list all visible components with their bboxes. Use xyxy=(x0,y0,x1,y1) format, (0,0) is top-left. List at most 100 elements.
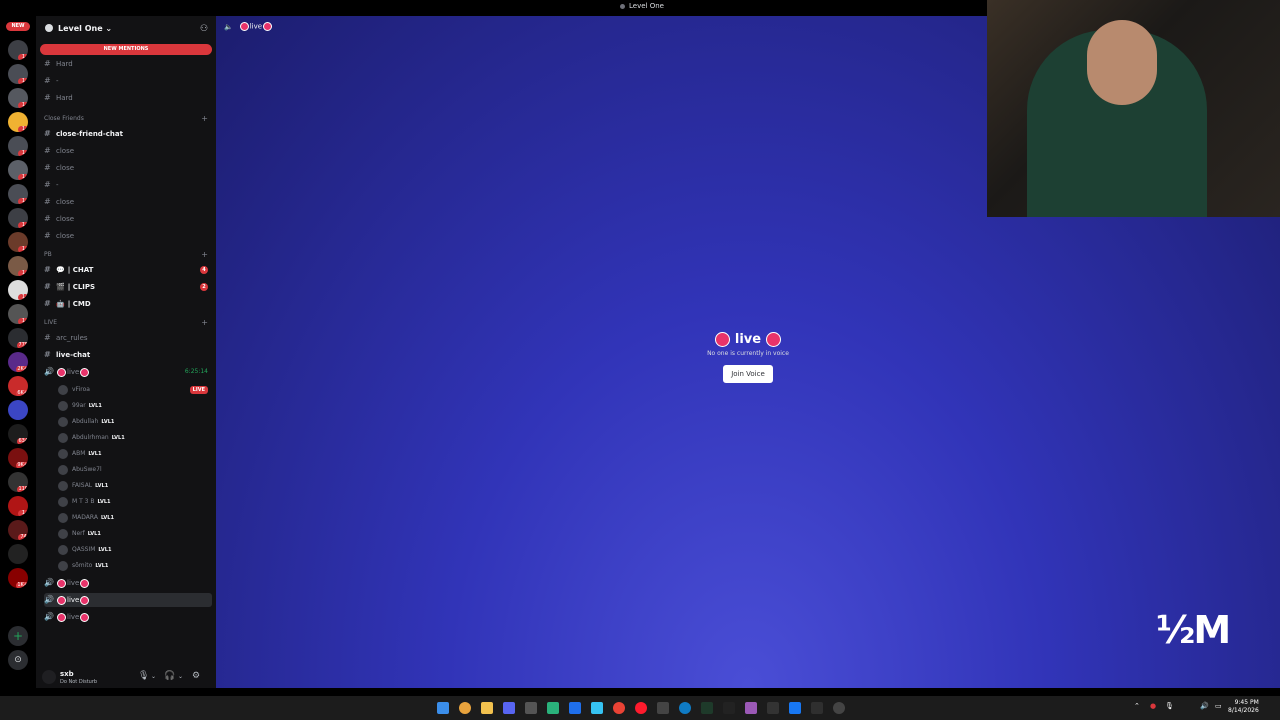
channel-item[interactable]: # arc_rules xyxy=(44,331,212,345)
server-icon[interactable]: 1 xyxy=(8,136,28,156)
gear-icon[interactable]: ⚙ xyxy=(192,671,200,681)
voice-user[interactable]: 99ar LVL1 xyxy=(58,398,212,414)
server-icon[interactable]: 9K+ xyxy=(8,448,28,468)
voice-user[interactable]: vFiroa LIVE xyxy=(58,382,212,398)
user-name[interactable]: sxb xyxy=(60,670,74,678)
avatar[interactable] xyxy=(42,670,56,684)
server-icon[interactable]: 1K+ xyxy=(8,568,28,588)
voice-user[interactable]: ABM LVL1 xyxy=(58,446,212,462)
voice-channel-item[interactable]: 🔊 live 6:25:14 xyxy=(44,365,212,379)
channel-item[interactable]: # close xyxy=(44,161,212,175)
channel-item[interactable]: # 🎬 | CLIPS 2 xyxy=(44,280,212,294)
server-icon[interactable]: 6K+ xyxy=(8,376,28,396)
file-explorer-icon[interactable] xyxy=(481,702,493,714)
voice-user[interactable]: MADARA LVL1 xyxy=(58,510,212,526)
server-icon[interactable]: 1 xyxy=(8,64,28,84)
voice-channel-item[interactable]: 🔊 live xyxy=(44,593,212,607)
chrome-icon[interactable] xyxy=(613,702,625,714)
discord-app-icon[interactable] xyxy=(503,702,515,714)
server-icon[interactable]: 634 xyxy=(8,424,28,444)
add-channel-icon[interactable]: + xyxy=(201,317,208,329)
server-icon[interactable]: 2K+ xyxy=(8,352,28,372)
server-icon[interactable]: 1 xyxy=(8,184,28,204)
microphone-icon[interactable]: 🎙 xyxy=(138,671,149,681)
app-icon[interactable] xyxy=(657,702,669,714)
app-icon[interactable] xyxy=(833,702,845,714)
app-icon[interactable] xyxy=(569,702,581,714)
add-server-icon[interactable]: + xyxy=(8,626,28,646)
app-icon[interactable] xyxy=(547,702,559,714)
voice-user[interactable]: sõmito LVL1 xyxy=(58,558,212,574)
channel-item[interactable]: # - xyxy=(44,178,212,192)
chevron-down-icon[interactable]: ⌄ xyxy=(151,673,156,680)
server-icon[interactable] xyxy=(8,400,28,420)
windows-start-icon[interactable] xyxy=(437,702,449,714)
system-clock[interactable]: 9:45 PM 8/14/2026 xyxy=(1228,699,1259,715)
channel-item[interactable]: # live-chat xyxy=(44,348,212,362)
chevron-up-icon[interactable]: ⌃ xyxy=(1134,702,1140,710)
volume-icon[interactable]: 🔊 xyxy=(1200,702,1209,710)
channel-item[interactable]: # 🤖 | CMD xyxy=(44,297,212,311)
headphones-icon[interactable]: 🎧 xyxy=(164,671,175,681)
server-icon[interactable]: 1 xyxy=(8,208,28,228)
invite-people-icon[interactable]: ⚇ xyxy=(200,24,208,34)
add-channel-icon[interactable]: + xyxy=(201,113,208,125)
edge-icon[interactable] xyxy=(679,702,691,714)
voice-user[interactable]: Nerf LVL1 xyxy=(58,526,212,542)
opera-icon[interactable] xyxy=(635,702,647,714)
search-icon[interactable] xyxy=(459,702,471,714)
server-icon[interactable]: 1 xyxy=(8,112,28,132)
server-icon[interactable]: 1 xyxy=(8,160,28,180)
tray-icon[interactable]: ● xyxy=(1150,702,1156,710)
server-icon[interactable] xyxy=(8,544,28,564)
server-icon[interactable]: 1 xyxy=(8,304,28,324)
server-icon[interactable]: 1 xyxy=(8,496,28,516)
channel-category[interactable]: LIVE + xyxy=(44,317,212,329)
chevron-down-icon[interactable]: ⌄ xyxy=(178,673,183,680)
server-icon[interactable]: 1 xyxy=(8,232,28,252)
server-icon[interactable]: 1 xyxy=(8,88,28,108)
channel-item[interactable]: # close xyxy=(44,229,212,243)
guild-header[interactable]: Level One ⌄ ⚇ xyxy=(36,16,216,40)
server-icon[interactable]: 1 xyxy=(8,256,28,276)
voice-channel-item[interactable]: 🔊 live xyxy=(44,610,212,624)
channel-item[interactable]: # close xyxy=(44,212,212,226)
app-icon[interactable] xyxy=(701,702,713,714)
xbox-icon[interactable] xyxy=(525,702,537,714)
discover-icon[interactable]: ⊙ xyxy=(8,650,28,670)
app-icon[interactable] xyxy=(723,702,735,714)
voice-user[interactable]: Abdulrhman LVL1 xyxy=(58,430,212,446)
app-icon[interactable] xyxy=(811,702,823,714)
app-icon[interactable] xyxy=(767,702,779,714)
channel-item[interactable]: # - xyxy=(44,74,212,88)
channel-item[interactable]: # 💬 | CHAT 4 xyxy=(44,263,212,277)
battery-icon[interactable]: ▭ xyxy=(1215,702,1222,710)
voice-user[interactable]: Abdullah LVL1 xyxy=(58,414,212,430)
channel-item[interactable]: # close-friend-chat xyxy=(44,127,212,141)
voice-user[interactable]: M T 3 B LVL1 xyxy=(58,494,212,510)
add-channel-icon[interactable]: + xyxy=(201,249,208,261)
app-icon[interactable] xyxy=(591,702,603,714)
channel-item[interactable]: # Hard xyxy=(44,57,212,71)
channel-item[interactable]: # close xyxy=(44,195,212,209)
voice-user[interactable]: AbuSwe7l xyxy=(58,462,212,478)
server-icon[interactable]: 775 xyxy=(8,328,28,348)
app-icon[interactable] xyxy=(745,702,757,714)
new-mentions-banner[interactable]: NEW MENTIONS xyxy=(40,44,212,55)
voice-user[interactable]: QASSIM LVL1 xyxy=(58,542,212,558)
channel-category[interactable]: Close Friends + xyxy=(44,113,212,125)
server-icon[interactable]: 110 xyxy=(8,472,28,492)
voice-channel-item[interactable]: 🔊 live xyxy=(44,576,212,590)
server-icon[interactable]: 74 xyxy=(8,520,28,540)
guild-name[interactable]: Level One ⌄ xyxy=(58,24,112,33)
app-icon[interactable] xyxy=(789,702,801,714)
new-unreads-pill[interactable]: NEW xyxy=(6,22,30,31)
microphone-icon[interactable]: 🎙 xyxy=(1165,702,1174,710)
join-voice-button[interactable]: Join Voice xyxy=(723,365,773,383)
channel-item[interactable]: # close xyxy=(44,144,212,158)
server-icon[interactable]: 1 xyxy=(8,280,28,300)
server-icon[interactable]: 1 xyxy=(8,40,28,60)
voice-user[interactable]: FAISAL LVL1 xyxy=(58,478,212,494)
channel-item[interactable]: # Hard xyxy=(44,91,212,105)
channel-category[interactable]: PB + xyxy=(44,249,212,261)
